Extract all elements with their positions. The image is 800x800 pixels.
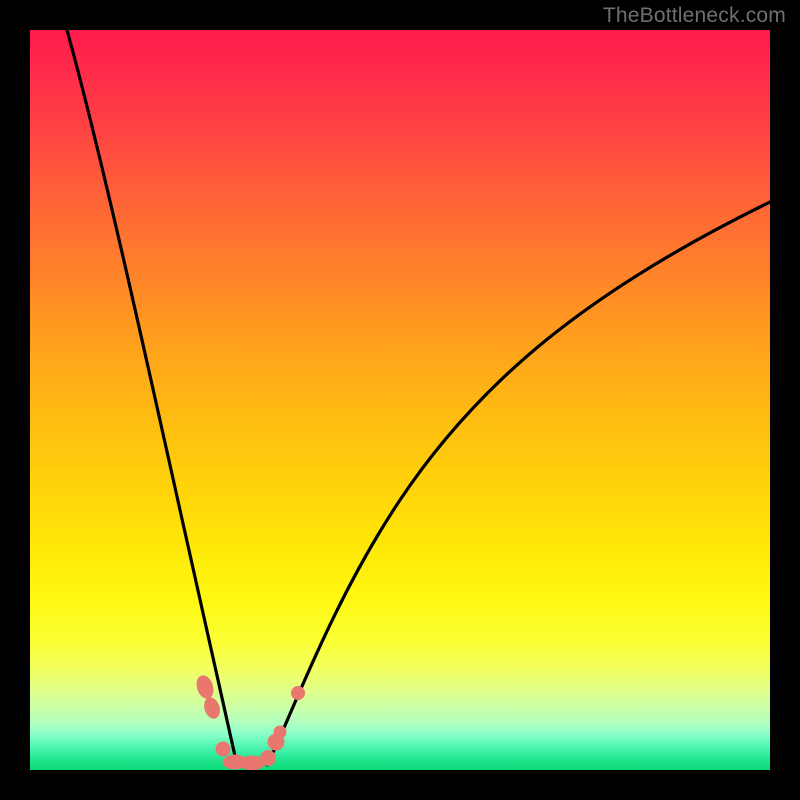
chart-svg <box>30 30 770 770</box>
marker <box>194 673 217 701</box>
marker <box>260 750 276 766</box>
marker <box>274 726 287 739</box>
watermark-text: TheBottleneck.com <box>603 4 786 28</box>
left-curve <box>67 30 237 765</box>
marker <box>291 686 305 700</box>
plot-area <box>30 30 770 770</box>
right-curve <box>267 202 770 765</box>
bottleneck-curve <box>67 30 770 765</box>
marker <box>216 742 231 757</box>
marker <box>201 695 222 721</box>
chart-frame: TheBottleneck.com <box>0 0 800 800</box>
